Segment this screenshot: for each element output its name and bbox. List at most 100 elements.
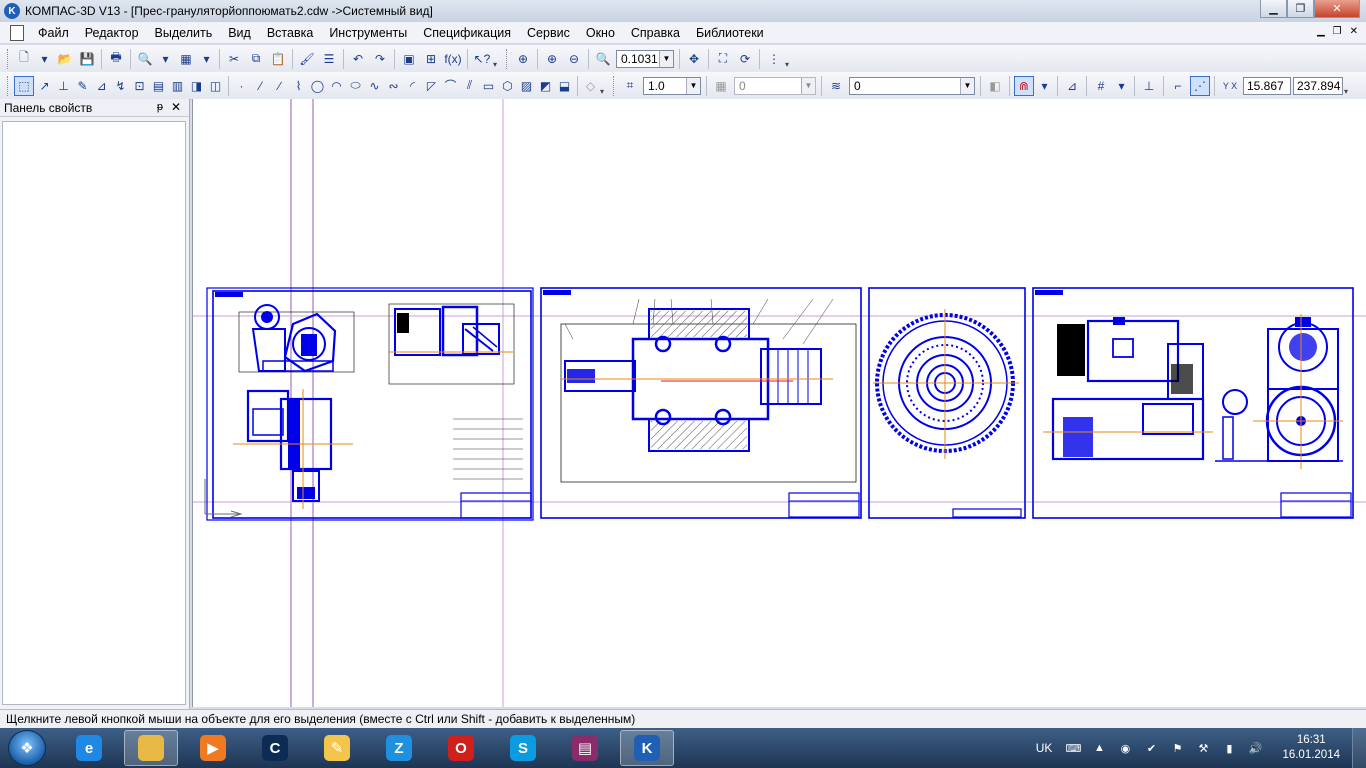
tray-tool-icon[interactable]: ⚒ bbox=[1196, 741, 1210, 755]
state-icon[interactable]: ▦ bbox=[711, 76, 731, 96]
zoom-combo[interactable]: 0.1031 ▼ bbox=[616, 49, 674, 68]
dimensions-mode-icon[interactable]: ↗ bbox=[36, 76, 53, 96]
local-cs-icon[interactable]: ⊥ bbox=[1139, 76, 1159, 96]
zoom-window-icon[interactable]: ⊕ bbox=[513, 49, 533, 69]
chevron-down-icon[interactable]: ▼ bbox=[801, 77, 815, 94]
view-state-icon[interactable]: ◧ bbox=[985, 76, 1005, 96]
select-mode-icon[interactable]: ⊡ bbox=[131, 76, 148, 96]
undo-icon[interactable]: ↶ bbox=[348, 49, 368, 69]
drawing-sheet-1[interactable] bbox=[206, 287, 534, 521]
document-icon[interactable] bbox=[10, 24, 24, 41]
step-cursor-icon[interactable]: ⌗ bbox=[620, 76, 640, 96]
pan-icon[interactable]: ✥ bbox=[684, 49, 704, 69]
ellipse-icon[interactable]: ⬭ bbox=[347, 76, 364, 96]
menu-file[interactable]: Файл bbox=[30, 22, 77, 44]
menu-select[interactable]: Выделить bbox=[147, 22, 221, 44]
action-center-icon[interactable]: ⚑ bbox=[1170, 741, 1184, 755]
auxiliary-line-icon[interactable]: ⁄ bbox=[252, 76, 269, 96]
snap-magnet-icon[interactable]: ⋒ bbox=[1014, 75, 1034, 96]
zoom-out-icon[interactable]: ⊖ bbox=[564, 49, 584, 69]
volume-icon[interactable]: 🔊 bbox=[1248, 741, 1263, 755]
menu-window[interactable]: Окно bbox=[578, 22, 623, 44]
doc-close-icon[interactable]: ✕ bbox=[1350, 26, 1358, 37]
layer-combo[interactable]: 0 ▼ bbox=[849, 76, 975, 95]
equidistant-icon[interactable]: ⫽ bbox=[461, 76, 478, 96]
cut-icon[interactable]: ✂ bbox=[224, 49, 244, 69]
cursor-step-combo[interactable]: 1.0 ▼ bbox=[643, 76, 701, 95]
toolbar-grip[interactable] bbox=[7, 48, 10, 69]
open-folder-icon[interactable]: 📂 bbox=[55, 49, 75, 69]
print-icon[interactable]: 🖶 bbox=[106, 49, 126, 69]
maximize-button[interactable]: ❐ bbox=[1287, 0, 1314, 18]
view-combo[interactable]: 0 ▼ bbox=[734, 76, 816, 95]
associative-views-icon[interactable]: ▤ bbox=[150, 76, 167, 96]
toolbar-grip[interactable] bbox=[506, 48, 509, 69]
taskbar-app-ccleaner[interactable]: C bbox=[248, 730, 302, 766]
menu-editor[interactable]: Редактор bbox=[77, 22, 147, 44]
dropdown-arrow-icon[interactable]: ▾ bbox=[1113, 76, 1130, 96]
measure-mode-icon[interactable]: ↯ bbox=[112, 76, 129, 96]
panel-close-icon[interactable]: ✕ bbox=[171, 100, 181, 114]
format-brush-icon[interactable]: 🖌 bbox=[297, 49, 317, 69]
chevron-down-icon[interactable]: ▼ bbox=[686, 77, 700, 94]
drawing-canvas[interactable] bbox=[192, 99, 1366, 707]
ortho-icon[interactable]: ⌐ bbox=[1168, 76, 1188, 96]
hatch-icon[interactable]: ▨ bbox=[518, 76, 535, 96]
context-help-icon[interactable]: ↖? bbox=[472, 49, 492, 69]
taskbar-app-kompas[interactable]: K bbox=[620, 730, 674, 766]
circle-icon[interactable]: ◯ bbox=[309, 76, 326, 96]
spec-mode-icon[interactable]: ▥ bbox=[169, 76, 186, 96]
layer-icon[interactable]: ≋ bbox=[826, 76, 846, 96]
taskbar-app-file-explorer[interactable] bbox=[124, 730, 178, 766]
chamfer-icon[interactable]: ◸ bbox=[423, 76, 440, 96]
preview-icon[interactable]: 🔍 bbox=[135, 49, 155, 69]
pin-icon[interactable]: ᵽ bbox=[157, 101, 163, 113]
bezier-icon[interactable]: ∾ bbox=[385, 76, 402, 96]
paste-icon[interactable]: 📋 bbox=[268, 49, 288, 69]
toolbar-grip[interactable] bbox=[7, 75, 10, 96]
report-mode-icon[interactable]: ◨ bbox=[188, 76, 205, 96]
menu-specification[interactable]: Спецификация bbox=[415, 22, 519, 44]
segment-icon[interactable]: ∕ bbox=[271, 76, 288, 96]
language-indicator[interactable]: UK bbox=[1036, 741, 1053, 755]
taskbar-app-notepad-plus[interactable]: ✎ bbox=[310, 730, 364, 766]
properties-icon[interactable]: ☰ bbox=[319, 49, 339, 69]
contour-icon[interactable]: ⌒ bbox=[442, 76, 459, 96]
menu-insert[interactable]: Вставка bbox=[259, 22, 321, 44]
tray-app-icon[interactable]: ◉ bbox=[1118, 741, 1132, 755]
taskbar-app-opera[interactable]: O bbox=[434, 730, 488, 766]
copy-icon[interactable]: ⧉ bbox=[246, 49, 266, 69]
parametric-icon[interactable]: ⋰ bbox=[1190, 75, 1210, 96]
variables-icon[interactable]: f(x) bbox=[443, 49, 463, 69]
menu-libraries[interactable]: Библиотеки bbox=[688, 22, 772, 44]
dropdown-arrow-icon[interactable]: ▾ bbox=[198, 49, 215, 69]
layers-icon[interactable]: ▣ bbox=[399, 49, 419, 69]
trim-icon[interactable]: ⬓ bbox=[556, 76, 573, 96]
taskbar-app-zona[interactable]: Z bbox=[372, 730, 426, 766]
taskbar-app-internet-explorer[interactable]: e bbox=[62, 730, 116, 766]
tray-check-icon[interactable]: ✔ bbox=[1144, 741, 1158, 755]
point-icon[interactable]: · bbox=[233, 76, 250, 96]
manager-icon[interactable]: ▦ bbox=[176, 49, 196, 69]
clock[interactable]: 16:31 16.01.2014 bbox=[1282, 733, 1340, 763]
dropdown-arrow-icon[interactable]: ▾ bbox=[1036, 76, 1053, 96]
drawing-sheet-3[interactable] bbox=[868, 287, 1026, 519]
dotted-grid-icon[interactable]: ⋮ bbox=[764, 49, 784, 69]
arc-icon[interactable]: ◠ bbox=[328, 76, 345, 96]
doc-restore-icon[interactable]: ❐ bbox=[1333, 26, 1342, 37]
dropdown-arrow-icon[interactable]: ▾ bbox=[157, 49, 174, 69]
polyline-icon[interactable]: ⌇ bbox=[290, 76, 307, 96]
coordinate-x-field[interactable]: 15.867 bbox=[1243, 76, 1291, 95]
polygon-icon[interactable]: ⬡ bbox=[499, 76, 516, 96]
grid-icon[interactable]: # bbox=[1091, 76, 1111, 96]
save-icon[interactable]: 💾 bbox=[77, 49, 97, 69]
toolbar-grip[interactable] bbox=[613, 75, 616, 96]
toolbar-overflow-icon[interactable]: ▾ bbox=[493, 49, 503, 69]
tray-expand-icon[interactable]: ▲ bbox=[1092, 741, 1106, 755]
show-all-icon[interactable]: ⛶ bbox=[713, 49, 733, 69]
menu-view[interactable]: Вид bbox=[220, 22, 259, 44]
toolbar-overflow-icon[interactable]: ▾ bbox=[600, 76, 610, 96]
taskbar-app-skype[interactable]: S bbox=[496, 730, 550, 766]
toolbar-overflow-icon[interactable]: ▾ bbox=[785, 49, 795, 69]
menu-tools[interactable]: Инструменты bbox=[321, 22, 415, 44]
